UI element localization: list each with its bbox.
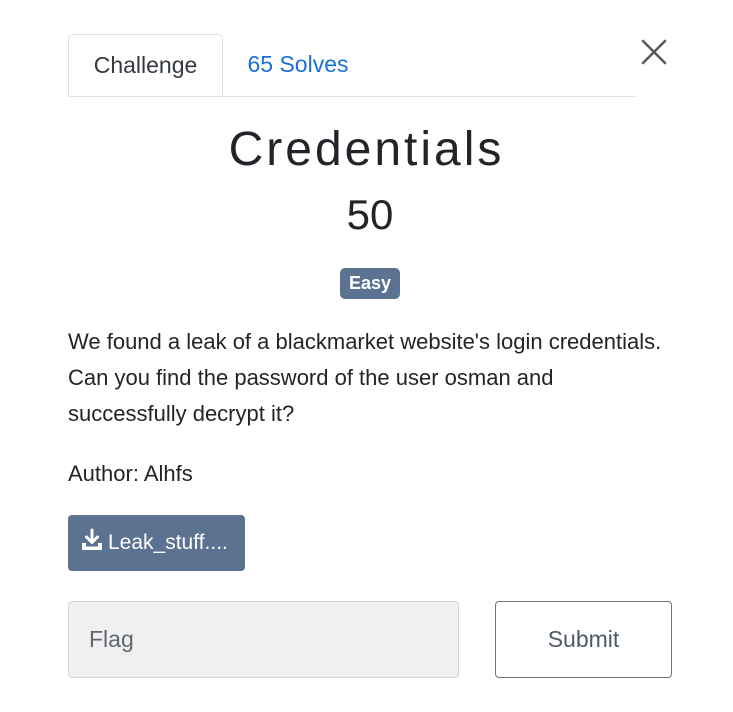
challenge-tabs: Challenge 65 Solves — [68, 34, 636, 97]
flag-input[interactable] — [68, 601, 459, 678]
download-icon — [82, 528, 102, 550]
challenge-author: Author: Alhfs — [68, 461, 193, 486]
close-button[interactable] — [638, 36, 670, 68]
difficulty-badge: Easy — [340, 268, 400, 299]
tab-challenge[interactable]: Challenge — [68, 34, 223, 96]
challenge-title: Credentials — [228, 123, 505, 176]
close-icon — [641, 39, 667, 65]
download-file-button[interactable]: Leak_stuff.... — [68, 515, 245, 571]
challenge-description: We found a leak of a blackmarket website… — [68, 329, 662, 426]
challenge-points: 50 — [346, 191, 394, 238]
challenge-modal: Challenge 65 Solves Credentials 50 Easy … — [0, 0, 733, 712]
tab-solves[interactable]: 65 Solves — [230, 34, 366, 95]
submit-button[interactable]: Submit — [495, 601, 672, 678]
file-name-label: Leak_stuff.... — [108, 531, 228, 554]
